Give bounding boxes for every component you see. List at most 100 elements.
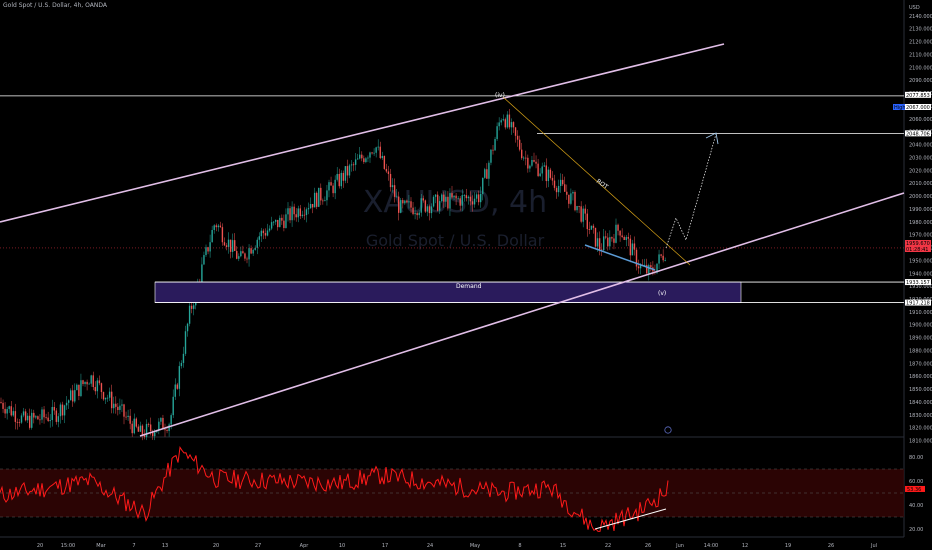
candle-body <box>436 194 439 211</box>
candle-body <box>10 406 12 416</box>
candle-body <box>98 380 101 384</box>
candle-body <box>33 412 35 418</box>
candle-body <box>660 254 662 256</box>
candle-body <box>498 122 500 127</box>
candle-body <box>272 221 275 223</box>
candle-body <box>219 225 222 228</box>
candle-body <box>266 230 269 236</box>
candle-body <box>203 255 205 265</box>
candle-body <box>24 411 27 421</box>
candle-body <box>72 390 74 402</box>
candle-body <box>318 187 320 207</box>
price-tick-label: 1990.000 <box>909 207 932 213</box>
candle-body <box>70 390 72 401</box>
candle-body <box>365 158 367 163</box>
candle-body <box>252 249 254 254</box>
candle-body <box>650 265 652 268</box>
candle-body <box>311 203 314 208</box>
candle-body <box>557 185 560 193</box>
candle-body <box>88 383 90 385</box>
candle-body <box>246 258 248 260</box>
candle-body <box>96 380 99 392</box>
candle-body <box>582 208 584 222</box>
time-tick-label: 27 <box>255 543 261 549</box>
candle-body <box>100 383 103 393</box>
alert-marker-icon[interactable] <box>664 426 672 434</box>
candle-body <box>387 171 390 174</box>
candle-body <box>162 417 164 430</box>
candle-body <box>238 256 240 259</box>
wave-iv-label: (iv) <box>495 92 505 99</box>
candle-body <box>486 169 488 179</box>
candle-body <box>39 419 41 421</box>
candle-body <box>629 238 632 256</box>
candle-body <box>113 403 115 409</box>
candle-body <box>336 173 338 180</box>
price-tick-label: 2020.000 <box>909 168 932 174</box>
candle-body <box>424 200 427 212</box>
candle-body <box>53 406 55 411</box>
candle-body <box>2 402 4 409</box>
candle-body <box>283 220 285 228</box>
candle-body <box>533 159 535 162</box>
candle-body <box>584 208 586 214</box>
price-tick-label: 2140.000 <box>909 14 932 20</box>
rsi-tick-label: 20.00 <box>909 527 923 533</box>
candle-body <box>305 209 308 216</box>
candle-body <box>260 230 263 237</box>
candle-body <box>18 422 21 424</box>
candle-body <box>469 196 472 202</box>
candle-body <box>287 208 289 215</box>
candle-body <box>223 242 226 246</box>
candle-body <box>484 169 486 178</box>
candle-body <box>662 255 664 261</box>
candle-body <box>631 243 634 256</box>
candle-body <box>451 193 453 198</box>
time-tick-label: 10 <box>339 543 345 549</box>
candle-body <box>516 135 519 140</box>
candle-body <box>78 384 80 396</box>
price-tick-label: 2040.000 <box>909 143 932 149</box>
candle-body <box>201 264 203 283</box>
candle-body <box>186 323 189 332</box>
candle-body <box>609 237 611 247</box>
time-tick-label: Jul <box>870 543 877 549</box>
candle-body <box>115 403 117 407</box>
candle-body <box>178 366 181 389</box>
candle-body <box>59 404 62 417</box>
price-tick-label: 2060.000 <box>909 117 932 123</box>
candle-body <box>383 155 386 169</box>
candle-body <box>264 233 267 236</box>
candle-body <box>543 165 545 167</box>
candle-body <box>43 409 45 418</box>
candle-body <box>129 415 131 424</box>
candle-body <box>455 195 457 199</box>
candle-body <box>408 201 410 203</box>
rsi-tick-label: 80.00 <box>909 455 923 461</box>
candle-body <box>402 200 404 204</box>
price-axis[interactable]: 2140.000 2130.000 2120.000 2110.000 2100.000… <box>893 14 932 445</box>
candle-body <box>45 417 47 419</box>
candle-body <box>225 245 228 247</box>
candle-body <box>55 410 58 422</box>
candle-body <box>496 126 498 140</box>
price-tick-label: 1890.000 <box>909 336 932 342</box>
price-chart[interactable]: XAUUSD, 4h Gold Spot / U.S. Dollar 80.00… <box>0 0 932 550</box>
candle-body <box>303 214 306 216</box>
candle-body <box>449 193 451 209</box>
candle-body <box>625 237 627 241</box>
candle-body <box>439 201 441 211</box>
time-axis[interactable]: 20 15:00 Mar 7 13 20 27 Apr 10 17 24 May 8 15 22 26 Jun 1… <box>37 543 877 549</box>
price-tick-label: 1980.000 <box>909 220 932 226</box>
time-tick-label: 20 <box>37 543 43 549</box>
candle-body <box>166 430 168 432</box>
candle-body <box>102 392 105 400</box>
candle-body <box>154 432 156 437</box>
price-tick-label: 1880.000 <box>909 348 932 354</box>
candle-body <box>47 417 49 422</box>
candle-body <box>328 182 330 191</box>
price-tick-label: 2120.000 <box>909 40 932 46</box>
candle-body <box>160 417 162 422</box>
candle-body <box>527 157 529 169</box>
candle-body <box>623 236 625 241</box>
